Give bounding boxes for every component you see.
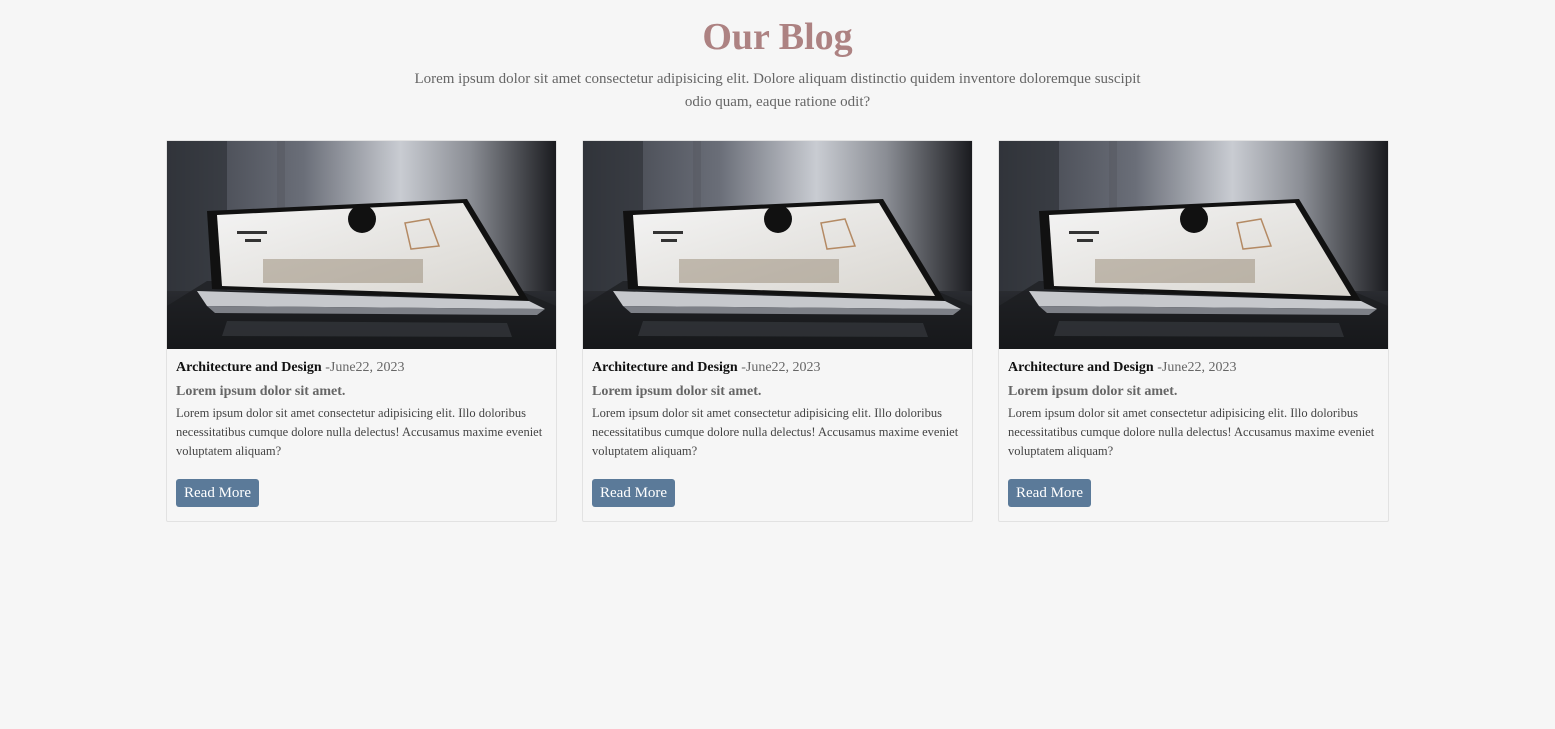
post-date: -June22, 2023: [321, 360, 405, 375]
read-more-button[interactable]: Read More: [592, 479, 676, 507]
read-more-button[interactable]: Read More: [176, 479, 260, 507]
post-category: Architecture and Design: [176, 360, 322, 375]
post-meta: Architecture and Design -June22, 2023: [176, 359, 546, 377]
blog-card: Architecture and Design -June22, 2023 Lo…: [166, 140, 557, 522]
post-category: Architecture and Design: [592, 360, 738, 375]
post-title: Lorem ipsum dolor sit amet.: [176, 384, 346, 399]
page-intro: Lorem ipsum dolor sit amet consectetur a…: [414, 71, 1141, 110]
post-meta: Architecture and Design -June22, 2023: [592, 359, 962, 377]
post-excerpt: Lorem ipsum dolor sit amet consectetur a…: [1008, 406, 1375, 458]
post-meta: Architecture and Design -June22, 2023: [1008, 359, 1378, 377]
laptop-image: [167, 141, 556, 349]
post-excerpt: Lorem ipsum dolor sit amet consectetur a…: [176, 406, 543, 458]
blog-card-list: Architecture and Design -June22, 2023 Lo…: [166, 140, 1389, 522]
post-category: Architecture and Design: [1008, 360, 1154, 375]
post-date: -June22, 2023: [737, 360, 821, 375]
post-date: -June22, 2023: [1153, 360, 1237, 375]
blog-card: Architecture and Design -June22, 2023 Lo…: [998, 140, 1389, 522]
laptop-image: [583, 141, 972, 349]
read-more-button[interactable]: Read More: [1008, 479, 1092, 507]
page-title: Our Blog: [702, 16, 853, 58]
post-title: Lorem ipsum dolor sit amet.: [592, 384, 762, 399]
post-title: Lorem ipsum dolor sit amet.: [1008, 384, 1178, 399]
laptop-image: [999, 141, 1388, 349]
blog-card: Architecture and Design -June22, 2023 Lo…: [582, 140, 973, 522]
post-excerpt: Lorem ipsum dolor sit amet consectetur a…: [592, 406, 959, 458]
